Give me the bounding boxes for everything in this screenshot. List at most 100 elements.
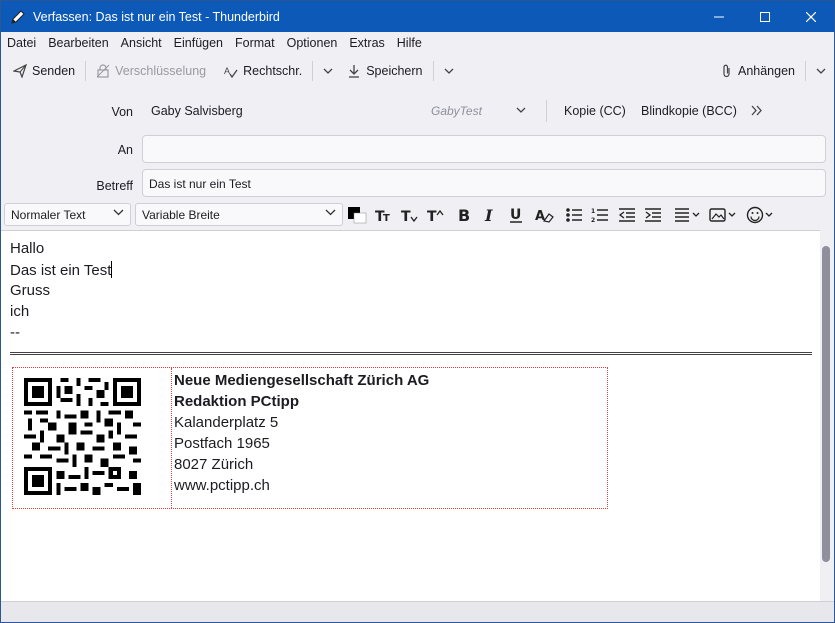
toolbar-separator bbox=[805, 61, 806, 81]
identity-field[interactable]: GabyTest bbox=[431, 104, 482, 118]
save-button[interactable]: Speichern bbox=[343, 58, 426, 84]
outdent-button[interactable] bbox=[616, 204, 638, 226]
font-increase-icon: T bbox=[427, 209, 444, 224]
pencil-icon bbox=[9, 8, 27, 26]
font-value: Variable Breite bbox=[142, 207, 220, 222]
underline-button[interactable]: U bbox=[505, 204, 527, 226]
body-line-text: Das ist ein Test bbox=[10, 262, 112, 279]
italic-icon: I bbox=[484, 206, 493, 224]
attach-button[interactable]: Anhängen bbox=[717, 58, 799, 84]
menu-einfuegen[interactable]: Einfügen bbox=[174, 36, 223, 50]
more-recipients-icon[interactable] bbox=[751, 105, 763, 116]
toolbar-separator bbox=[85, 61, 87, 81]
font-select[interactable]: Variable Breite bbox=[135, 203, 343, 226]
bullet-list-button[interactable] bbox=[563, 204, 585, 226]
remove-formatting-button[interactable]: A bbox=[533, 204, 555, 226]
emoji-dropdown-button[interactable] bbox=[746, 204, 776, 226]
toolbar-separator bbox=[432, 61, 434, 81]
indent-button[interactable] bbox=[642, 204, 664, 226]
indent-icon bbox=[645, 208, 661, 222]
chevron-down-icon[interactable] bbox=[516, 107, 526, 113]
qr-code-image bbox=[24, 378, 141, 495]
spellcheck-dropdown[interactable] bbox=[319, 58, 337, 84]
encryption-button[interactable]: Verschlüsselung bbox=[92, 58, 210, 84]
minimize-button[interactable] bbox=[696, 1, 742, 32]
paragraph-style-select[interactable]: Normaler Text bbox=[4, 203, 131, 226]
title-bar: Verfassen: Das ist nur ein Test - Thunde… bbox=[1, 1, 834, 32]
italic-button[interactable]: I bbox=[479, 204, 501, 226]
larger-font-button[interactable]: T bbox=[424, 204, 446, 226]
signature-department: Redaktion PCtipp bbox=[174, 393, 300, 410]
paperclip-icon bbox=[723, 64, 730, 78]
menu-bearbeiten[interactable]: Bearbeiten bbox=[48, 36, 108, 50]
save-dropdown[interactable] bbox=[440, 58, 458, 84]
smaller-font-button[interactable]: T bbox=[398, 204, 420, 226]
download-icon bbox=[349, 65, 360, 78]
underline-icon: U bbox=[510, 207, 522, 223]
lock-icon bbox=[96, 64, 110, 78]
eraser-icon: A bbox=[535, 209, 554, 224]
encryption-label: Verschlüsselung bbox=[115, 64, 207, 78]
menu-format[interactable]: Format bbox=[235, 36, 275, 50]
window-title: Verfassen: Das ist nur ein Test - Thunde… bbox=[33, 9, 280, 24]
smiley-icon bbox=[746, 206, 773, 224]
signature-cell-divider bbox=[171, 368, 172, 508]
to-field[interactable] bbox=[142, 135, 826, 163]
subject-field[interactable]: Das ist nur ein Test bbox=[142, 169, 826, 197]
message-body-editor[interactable]: Hallo Das ist ein Test Gruss ich -- Neue… bbox=[1, 230, 820, 601]
signature-pobox: Postfach 1965 bbox=[174, 435, 270, 452]
chevron-down-icon bbox=[444, 68, 453, 74]
close-button[interactable] bbox=[788, 1, 834, 32]
svg-text:A: A bbox=[224, 66, 230, 76]
subject-value: Das ist nur ein Test bbox=[149, 177, 251, 191]
align-dropdown-button[interactable] bbox=[673, 204, 703, 226]
from-sender[interactable]: Gaby Salvisberg bbox=[151, 104, 243, 118]
attach-dropdown[interactable] bbox=[812, 58, 830, 84]
send-label: Senden bbox=[32, 64, 76, 78]
svg-text:U: U bbox=[510, 207, 521, 223]
bold-button[interactable]: B bbox=[453, 204, 475, 226]
text-caret bbox=[111, 261, 113, 278]
outdent-icon bbox=[618, 208, 635, 222]
numbered-list-button[interactable]: 12 bbox=[589, 204, 611, 226]
chevron-down-icon bbox=[816, 68, 826, 74]
spellcheck-icon: A bbox=[224, 66, 238, 78]
signature-website[interactable]: www.pctipp.ch bbox=[174, 477, 270, 494]
text-color-icon bbox=[348, 207, 367, 224]
signature-table: Neue Mediengesellschaft Zürich AG Redakt… bbox=[12, 367, 608, 509]
from-label: Von bbox=[111, 105, 133, 119]
spellcheck-button[interactable]: A Rechtschr. bbox=[220, 58, 306, 84]
menu-hilfe[interactable]: Hilfe bbox=[397, 36, 422, 50]
horizontal-rule bbox=[10, 352, 812, 355]
bcc-button[interactable]: Blindkopie (BCC) bbox=[641, 104, 737, 118]
menu-ansicht[interactable]: Ansicht bbox=[121, 36, 162, 50]
attach-label: Anhängen bbox=[737, 64, 795, 78]
svg-text:A: A bbox=[535, 209, 545, 224]
insert-dropdown-button[interactable] bbox=[709, 204, 739, 226]
image-icon bbox=[709, 208, 736, 222]
subject-label: Betreff bbox=[96, 179, 133, 193]
menu-optionen[interactable]: Optionen bbox=[287, 36, 338, 50]
decrease-font-button[interactable]: TT bbox=[372, 204, 394, 226]
signature-street: Kalanderplatz 5 bbox=[174, 414, 279, 431]
toolbar-separator bbox=[312, 61, 314, 81]
body-line: Gruss bbox=[10, 282, 51, 299]
bullet-list-icon bbox=[566, 208, 582, 222]
scrollbar-thumb[interactable] bbox=[822, 246, 830, 562]
signature-city: 8027 Zürich bbox=[174, 456, 254, 473]
align-icon bbox=[675, 208, 700, 222]
svg-text:I: I bbox=[484, 206, 493, 224]
maximize-button[interactable] bbox=[742, 1, 788, 32]
cc-button[interactable]: Kopie (CC) bbox=[564, 104, 626, 118]
header-separator bbox=[546, 100, 547, 122]
menu-extras[interactable]: Extras bbox=[349, 36, 384, 50]
text-color-button[interactable] bbox=[346, 204, 368, 226]
menu-datei[interactable]: Datei bbox=[7, 36, 36, 50]
to-label: An bbox=[117, 143, 133, 157]
svg-text:T: T bbox=[401, 209, 411, 224]
bold-icon: B bbox=[458, 206, 470, 224]
svg-text:B: B bbox=[458, 206, 470, 224]
svg-text:T: T bbox=[383, 213, 390, 224]
signature-company: Neue Mediengesellschaft Zürich AG bbox=[174, 372, 430, 389]
send-button[interactable]: Senden bbox=[9, 58, 79, 84]
